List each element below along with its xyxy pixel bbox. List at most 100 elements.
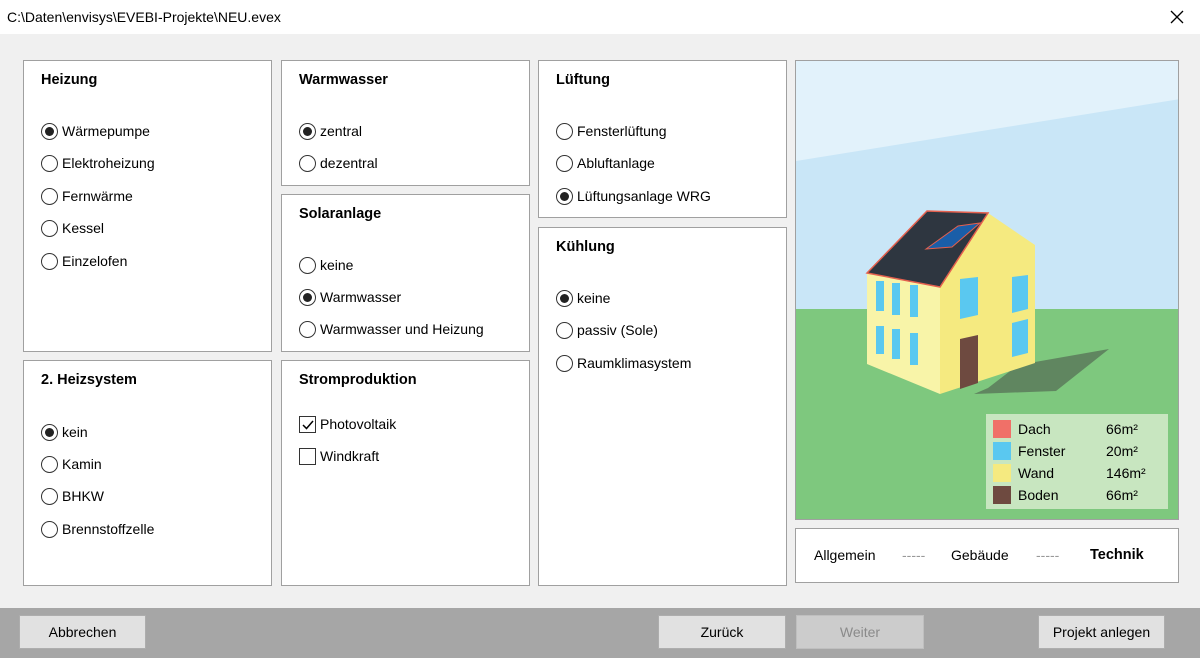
radio-button[interactable]: [299, 288, 316, 306]
panel-kuehlung: Kühlung keine passiv (Sole) Raumklimasys…: [538, 227, 787, 586]
panel-title: Stromproduktion: [299, 372, 417, 388]
wizard-steps: Allgemein ----- Gebäude ----- Technik: [795, 528, 1179, 583]
option-label: Elektroheizung: [62, 155, 155, 171]
radio-option[interactable]: Kamin: [41, 454, 102, 474]
step-separator: -----: [1036, 547, 1060, 563]
option-label: kein: [62, 424, 88, 440]
building-preview: Dach 66m² Fenster 20m² Wand 146m² Boden …: [795, 60, 1179, 520]
legend-label: Wand: [1018, 465, 1055, 481]
close-button[interactable]: [1154, 0, 1200, 34]
radio-button[interactable]: [41, 122, 58, 140]
radio-option[interactable]: keine: [299, 255, 353, 275]
panel-title: 2. Heizsystem: [41, 372, 137, 388]
radio-option[interactable]: Warmwasser: [299, 287, 401, 307]
radio-option[interactable]: dezentral: [299, 153, 378, 173]
radio-button[interactable]: [299, 320, 316, 338]
radio-option[interactable]: Abluftanlage: [556, 153, 655, 173]
radio-button[interactable]: [556, 187, 573, 205]
option-label: Brennstoffzelle: [62, 521, 155, 537]
legend-item: Dach 66m²: [993, 419, 1138, 439]
back-button[interactable]: Zurück: [658, 615, 786, 649]
option-label: Warmwasser: [320, 289, 402, 305]
option-label: Photovoltaik: [320, 416, 397, 432]
radio-button[interactable]: [299, 122, 316, 140]
radio-option[interactable]: Einzelofen: [41, 251, 127, 271]
step-allgemein: Allgemein: [814, 547, 876, 563]
option-label: zentral: [320, 123, 363, 139]
panel-title: Solaranlage: [299, 206, 382, 222]
radio-button[interactable]: [556, 321, 573, 339]
panel-title: Kühlung: [556, 239, 615, 255]
radio-option[interactable]: Kessel: [41, 218, 104, 238]
checkbox-option[interactable]: Photovoltaik: [299, 414, 396, 434]
option-label: Kamin: [62, 456, 102, 472]
option-label: Lüftungsanlage WRG: [577, 188, 711, 204]
option-label: Wärmepumpe: [62, 123, 150, 139]
radio-button[interactable]: [41, 252, 58, 270]
legend-label: Fenster: [1018, 443, 1066, 459]
radio-button[interactable]: [556, 354, 573, 372]
checkbox[interactable]: [299, 415, 316, 433]
radio-button[interactable]: [299, 154, 316, 172]
radio-button[interactable]: [556, 154, 573, 172]
radio-button[interactable]: [41, 187, 58, 205]
step-technik: Technik: [1090, 547, 1144, 563]
option-label: Einzelofen: [62, 253, 128, 269]
create-project-button[interactable]: Projekt anlegen: [1038, 615, 1165, 649]
legend-swatch: [993, 464, 1011, 482]
radio-button[interactable]: [41, 487, 58, 505]
radio-button[interactable]: [299, 256, 316, 274]
option-label: Fensterlüftung: [577, 123, 667, 139]
option-label: Windkraft: [320, 448, 380, 464]
legend-swatch: [993, 442, 1011, 460]
panel-title: Warmwasser: [299, 72, 388, 88]
button-bar: Abbrechen Zurück Weiter Projekt anlegen: [0, 608, 1200, 658]
radio-option[interactable]: Wärmepumpe: [41, 121, 150, 141]
legend-item: Wand 146m²: [993, 463, 1146, 483]
radio-option[interactable]: Raumklimasystem: [556, 353, 691, 373]
next-button[interactable]: Weiter: [796, 615, 924, 649]
radio-button[interactable]: [556, 122, 573, 140]
legend-swatch: [993, 486, 1011, 504]
radio-button[interactable]: [41, 423, 58, 441]
panel-heizung: Heizung Wärmepumpe Elektroheizung Fernwä…: [23, 60, 272, 352]
checkbox[interactable]: [299, 447, 316, 465]
radio-option[interactable]: Brennstoffzelle: [41, 519, 154, 539]
area-legend: Dach 66m² Fenster 20m² Wand 146m² Boden …: [986, 414, 1168, 509]
legend-item: Boden 66m²: [993, 485, 1138, 505]
radio-option[interactable]: Warmwasser und Heizung: [299, 319, 484, 339]
legend-label: Dach: [1018, 421, 1051, 437]
option-label: Kessel: [62, 220, 105, 236]
legend-value: 146m²: [1106, 465, 1146, 481]
checkmark-icon: [302, 420, 314, 430]
option-label: Warmwasser und Heizung: [320, 321, 484, 337]
radio-option[interactable]: passiv (Sole): [556, 320, 658, 340]
legend-value: 66m²: [1106, 421, 1138, 437]
radio-option[interactable]: keine: [556, 288, 610, 308]
radio-button[interactable]: [41, 219, 58, 237]
cancel-button[interactable]: Abbrechen: [19, 615, 146, 649]
radio-button[interactable]: [41, 520, 58, 538]
option-label: Fernwärme: [62, 188, 133, 204]
step-separator: -----: [902, 547, 926, 563]
radio-option[interactable]: Fensterlüftung: [556, 121, 667, 141]
panel-heizsystem-2: 2. Heizsystem kein Kamin BHKW Brennstoff…: [23, 360, 272, 586]
option-label: Abluftanlage: [577, 155, 655, 171]
panel-lueftung: Lüftung Fensterlüftung Abluftanlage Lüft…: [538, 60, 787, 218]
dialog-content: Heizung Wärmepumpe Elektroheizung Fernwä…: [0, 34, 1200, 608]
radio-button[interactable]: [41, 455, 58, 473]
radio-option[interactable]: Elektroheizung: [41, 153, 155, 173]
option-label: dezentral: [320, 155, 378, 171]
radio-button[interactable]: [41, 154, 58, 172]
legend-value: 20m²: [1106, 443, 1138, 459]
option-label: Raumklimasystem: [577, 355, 692, 371]
step-gebaeude: Gebäude: [951, 547, 1009, 563]
panel-title: Lüftung: [556, 72, 610, 88]
radio-option[interactable]: zentral: [299, 121, 362, 141]
radio-option[interactable]: Fernwärme: [41, 186, 133, 206]
radio-option[interactable]: Lüftungsanlage WRG: [556, 186, 711, 206]
radio-button[interactable]: [556, 289, 573, 307]
radio-option[interactable]: kein: [41, 422, 88, 442]
checkbox-option[interactable]: Windkraft: [299, 446, 379, 466]
radio-option[interactable]: BHKW: [41, 486, 104, 506]
